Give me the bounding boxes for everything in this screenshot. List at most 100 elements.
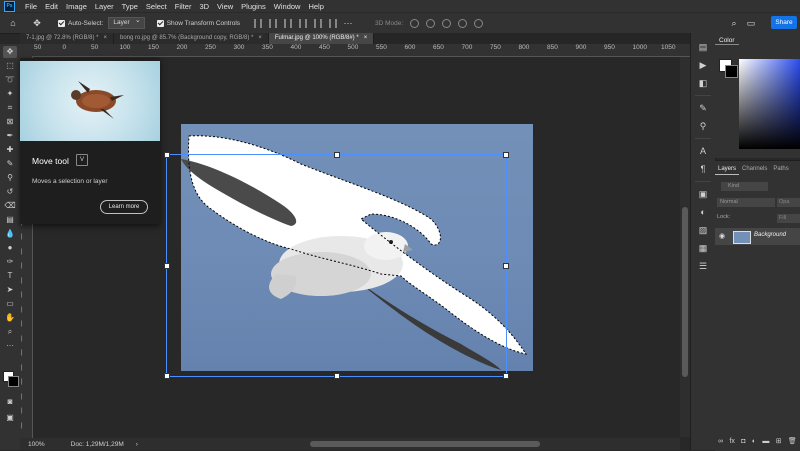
menu-3d[interactable]: 3D [195, 2, 213, 11]
delete-layer-icon[interactable]: 🗑 [788, 437, 797, 445]
quick-mask-icon[interactable]: ◙ [3, 396, 17, 408]
3d-pan-icon[interactable] [442, 18, 452, 28]
new-layer-icon[interactable]: ⊞ [776, 437, 782, 445]
brush-settings-icon[interactable]: ✎ [697, 102, 709, 114]
align-left-icon[interactable] [254, 18, 263, 28]
color-picker-field[interactable] [739, 59, 800, 149]
vertical-scrollbar[interactable] [680, 57, 690, 437]
gradient-tool-icon[interactable]: ▤ [3, 214, 17, 226]
hand-tool-icon[interactable]: ✋ [3, 312, 17, 324]
menu-edit[interactable]: Edit [41, 2, 62, 11]
close-icon[interactable]: × [258, 35, 262, 41]
layer-filter-kind[interactable]: Kind [721, 182, 768, 191]
eraser-tool-icon[interactable]: ⌫ [3, 200, 17, 212]
align-center-icon[interactable] [269, 18, 278, 28]
transform-handle-bottom-right[interactable] [503, 373, 509, 379]
path-selection-tool-icon[interactable]: ➤ [3, 284, 17, 296]
transform-handle-right[interactable] [503, 263, 509, 269]
visibility-eye-icon[interactable]: ◉ [719, 232, 725, 240]
more-options-icon[interactable]: ··· [343, 18, 353, 28]
blend-mode-select[interactable]: Normal [717, 198, 775, 207]
edit-toolbar-icon[interactable]: ··· [3, 340, 17, 352]
screen-mode-icon[interactable]: ▣ [3, 412, 17, 424]
close-icon[interactable]: × [103, 35, 107, 41]
move-tool-preset-icon[interactable]: ✥ [32, 18, 42, 28]
lasso-tool-icon[interactable]: ➰ [3, 74, 17, 86]
background-color-swatch[interactable] [725, 65, 738, 78]
tab-channels[interactable]: Channels [739, 163, 770, 175]
vertical-scroll-thumb[interactable] [682, 207, 688, 377]
menu-image[interactable]: Image [62, 2, 91, 11]
transform-handle-top-right[interactable] [503, 152, 509, 158]
tab-layers[interactable]: Layers [715, 163, 740, 175]
align-right-icon[interactable] [284, 18, 293, 28]
properties-icon[interactable]: ☰ [697, 260, 709, 272]
chevron-right-icon[interactable]: › [136, 441, 138, 448]
history-icon[interactable]: ▤ [697, 41, 709, 53]
clone-stamp-tool-icon[interactable]: ⚲ [3, 172, 17, 184]
transform-handle-bottom[interactable] [334, 373, 340, 379]
dodge-tool-icon[interactable]: ● [3, 242, 17, 254]
fill-field[interactable]: Fill [777, 214, 800, 223]
menu-layer[interactable]: Layer [91, 2, 118, 11]
new-adjustment-icon[interactable]: ◐ [752, 438, 756, 445]
transform-handle-bottom-left[interactable] [164, 373, 170, 379]
layer-name[interactable]: Background [754, 232, 786, 238]
move-tool-icon[interactable]: ✥ [3, 46, 17, 58]
layer-row[interactable]: ◉ Background [715, 228, 800, 245]
learn-more-button[interactable]: Learn more [100, 200, 148, 214]
align-middle-icon[interactable] [314, 18, 323, 28]
3d-scale-icon[interactable] [474, 18, 484, 28]
layer-style-icon[interactable]: fx [729, 438, 734, 445]
libraries-icon[interactable]: ▣ [697, 188, 709, 200]
frame-tool-icon[interactable]: ⊠ [3, 116, 17, 128]
adjustments-icon[interactable]: ◐ [697, 206, 709, 218]
clone-source-icon[interactable]: ⚲ [697, 120, 709, 132]
rectangle-tool-icon[interactable]: ▭ [3, 298, 17, 310]
transform-handle-top-left[interactable] [164, 152, 170, 158]
character-icon[interactable]: A [697, 145, 709, 157]
tab-bong-ro[interactable]: bong ro.jpg @ 85.7% (Background copy, RG… [113, 33, 269, 44]
background-color-swatch[interactable] [8, 376, 19, 387]
transform-handle-left[interactable] [164, 263, 170, 269]
menu-help[interactable]: Help [304, 2, 327, 11]
zoom-tool-icon[interactable]: ⌕ [3, 326, 17, 338]
menu-window[interactable]: Window [270, 2, 305, 11]
workspace-icon[interactable]: ▭ [746, 18, 756, 28]
link-layers-icon[interactable]: ∞ [718, 438, 723, 445]
auto-select-checkbox[interactable]: Auto-Select: [58, 17, 103, 29]
menu-filter[interactable]: Filter [171, 2, 196, 11]
transform-handle-top[interactable] [334, 152, 340, 158]
type-tool-icon[interactable]: T [3, 270, 17, 282]
menu-view[interactable]: View [213, 2, 237, 11]
menu-file[interactable]: File [21, 2, 41, 11]
zoom-level[interactable]: 100% [28, 441, 45, 448]
styles-icon[interactable]: ▨ [697, 224, 709, 236]
home-icon[interactable]: ⌂ [8, 18, 18, 28]
color-swatches[interactable] [3, 371, 19, 387]
tab-color[interactable]: Color [715, 37, 739, 45]
pen-tool-icon[interactable]: ✑ [3, 256, 17, 268]
transform-bounding-box[interactable] [164, 152, 509, 379]
tab-fulmar[interactable]: Fulmar.jpg @ 100% (RGB/8#) * × [268, 33, 375, 44]
3d-slide-icon[interactable] [458, 18, 468, 28]
marquee-tool-icon[interactable]: ⬚ [3, 60, 17, 72]
actions-play-icon[interactable]: ▶ [697, 59, 709, 71]
paragraph-icon[interactable]: ¶ [697, 163, 709, 175]
menu-select[interactable]: Select [142, 2, 171, 11]
magic-wand-tool-icon[interactable]: ✦ [3, 88, 17, 100]
eyedropper-tool-icon[interactable]: ✒ [3, 130, 17, 142]
history-brush-tool-icon[interactable]: ↺ [3, 186, 17, 198]
new-group-icon[interactable]: ▬ [762, 438, 769, 445]
menu-type[interactable]: Type [118, 2, 142, 11]
swatches-icon[interactable]: ▦ [697, 242, 709, 254]
tab-7-1[interactable]: 7-1.jpg @ 72.8% (RGB/8) * × [20, 33, 114, 44]
3d-roll-icon[interactable] [426, 18, 436, 28]
horizontal-scroll-thumb[interactable] [310, 441, 540, 447]
add-mask-icon[interactable]: ◘ [741, 438, 745, 445]
auto-select-dropdown[interactable]: Layer [108, 16, 145, 29]
tab-paths[interactable]: Paths [770, 163, 791, 175]
crop-tool-icon[interactable]: ⌗ [3, 102, 17, 114]
brush-tool-icon[interactable]: ✎ [3, 158, 17, 170]
opacity-field[interactable]: Opa [777, 198, 800, 207]
